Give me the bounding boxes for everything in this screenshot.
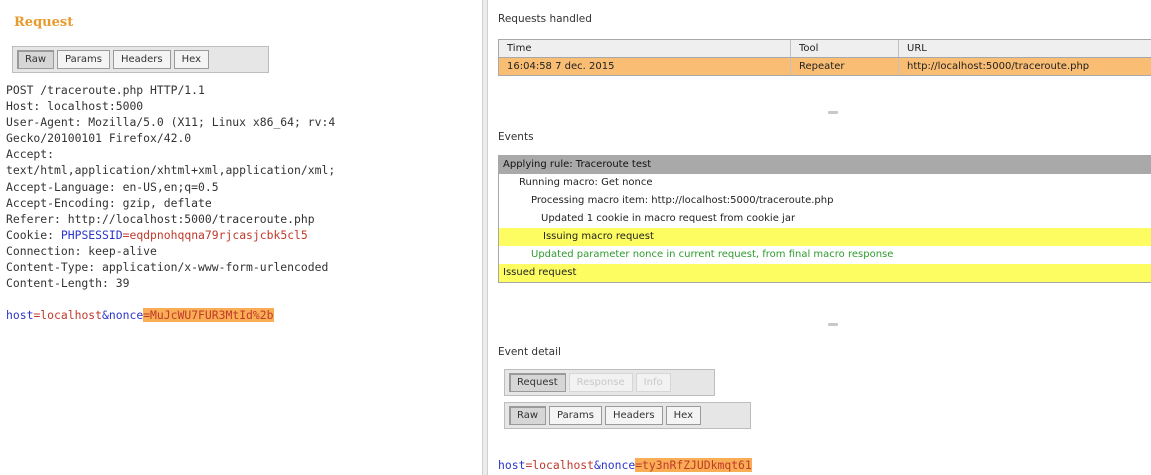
tab-raw[interactable]: Raw bbox=[17, 50, 55, 69]
event-item[interactable]: Issuing macro request bbox=[499, 228, 1151, 246]
event-item[interactable]: Applying rule: Traceroute test bbox=[499, 156, 1151, 174]
row-tool: Repeater bbox=[791, 58, 899, 75]
header-line: Content-Length: 39 bbox=[6, 276, 130, 291]
column-header-url[interactable]: URL bbox=[899, 40, 1151, 57]
param-name-nonce: nonce bbox=[108, 308, 144, 323]
event-detail-label: Event detail bbox=[498, 346, 561, 358]
tab-hex[interactable]: Hex bbox=[173, 50, 209, 69]
table-header: Time Tool URL bbox=[499, 40, 1151, 58]
tab-hex[interactable]: Hex bbox=[665, 406, 701, 425]
tab-headers[interactable]: Headers bbox=[112, 50, 171, 69]
event-detail-request-tabs: Raw Params Headers Hex bbox=[504, 402, 751, 429]
header-line: Accept-Language: en-US,en;q=0.5 bbox=[6, 179, 219, 194]
event-detail-tabs: Request Response Info bbox=[504, 369, 715, 396]
resize-grip[interactable] bbox=[828, 111, 838, 114]
event-item[interactable]: Issued request bbox=[499, 264, 1151, 282]
request-panel: Request Raw Params Headers Hex POST /tra… bbox=[0, 0, 482, 475]
cookie-value: eqdpnohqqna79rjcasjcbk5cl5 bbox=[129, 227, 308, 242]
param-value-host: localhost bbox=[532, 458, 595, 472]
tab-info[interactable]: Info bbox=[635, 373, 671, 392]
param-value-nonce-highlighted: ty3nRfZJUDkmqt61 bbox=[642, 458, 752, 472]
param-name-nonce: nonce bbox=[600, 458, 636, 472]
param-name-host: host bbox=[498, 458, 526, 472]
header-line: Gecko/20100101 Firefox/42.0 bbox=[6, 131, 192, 146]
event-item[interactable]: Running macro: Get nonce bbox=[499, 174, 1151, 192]
cookie-header-line: Cookie: PHPSESSID=eqdpnohqqna79rjcasjcbk… bbox=[6, 227, 482, 243]
header-line: Content-Type: application/x-www-form-url… bbox=[6, 260, 329, 275]
request-tabs: Raw Params Headers Hex bbox=[12, 46, 269, 73]
header-line: Host: localhost:5000 bbox=[6, 99, 144, 114]
param-value-host: localhost bbox=[40, 308, 103, 323]
cookie-label: Cookie: bbox=[6, 227, 61, 242]
tab-raw[interactable]: Raw bbox=[509, 406, 547, 425]
cookie-name: PHPSESSID bbox=[60, 227, 123, 242]
raw-request-editor[interactable]: POST /traceroute.php HTTP/1.1 Host: local… bbox=[6, 82, 482, 323]
event-detail-raw-editor[interactable]: host=localhost&nonce=ty3nRfZJUDkmqt61 bbox=[498, 457, 752, 473]
param-separator: & bbox=[102, 308, 109, 323]
header-line: Connection: keep-alive bbox=[6, 243, 157, 258]
param-name-host: host bbox=[6, 308, 34, 323]
requests-handled-label: Requests handled bbox=[498, 13, 592, 25]
header-line: Accept-Encoding: gzip, deflate bbox=[6, 195, 212, 210]
events-label: Events bbox=[498, 131, 534, 143]
request-panel-title: Request bbox=[14, 15, 74, 30]
header-line: User-Agent: Mozilla/5.0 (X11; Linux x86_… bbox=[6, 115, 336, 130]
header-line: Referer: http://localhost:5000/tracerout… bbox=[6, 211, 315, 226]
events-tree: Applying rule: Traceroute test Running m… bbox=[498, 155, 1151, 283]
row-url: http://localhost:5000/traceroute.php bbox=[907, 61, 1090, 72]
requests-handled-table: Time Tool URL 16:04:58 7 dec. 2015 Repea… bbox=[498, 39, 1151, 76]
request-line: POST /traceroute.php HTTP/1.1 bbox=[6, 83, 205, 97]
header-line: text/html,application/xhtml+xml,applicat… bbox=[6, 163, 336, 178]
tab-request[interactable]: Request bbox=[509, 373, 566, 392]
tab-params[interactable]: Params bbox=[57, 50, 110, 69]
resize-grip[interactable] bbox=[828, 323, 838, 326]
column-header-tool[interactable]: Tool bbox=[791, 40, 899, 57]
event-item[interactable]: Updated 1 cookie in macro request from c… bbox=[499, 210, 1151, 228]
session-tracer-panel: Requests handled Time Tool URL 16:04:58 … bbox=[488, 0, 1151, 475]
table-row[interactable]: 16:04:58 7 dec. 2015 Repeater http://loc… bbox=[499, 58, 1151, 75]
row-time: 16:04:58 7 dec. 2015 bbox=[499, 58, 791, 75]
tab-headers[interactable]: Headers bbox=[604, 406, 663, 425]
request-body-line: host=localhost&nonce=MuJcWU7FUR3MtId%2b bbox=[6, 307, 482, 323]
column-header-time[interactable]: Time bbox=[499, 40, 791, 57]
tab-response[interactable]: Response bbox=[568, 373, 633, 392]
param-separator: & bbox=[594, 458, 601, 472]
event-item[interactable]: Processing macro item: http://localhost:… bbox=[499, 192, 1151, 210]
tab-params[interactable]: Params bbox=[549, 406, 602, 425]
header-line: Accept: bbox=[6, 147, 55, 162]
event-item[interactable]: Updated parameter nonce in current reque… bbox=[499, 246, 1151, 264]
param-value-nonce-highlighted: MuJcWU7FUR3MtId%2b bbox=[150, 308, 274, 323]
